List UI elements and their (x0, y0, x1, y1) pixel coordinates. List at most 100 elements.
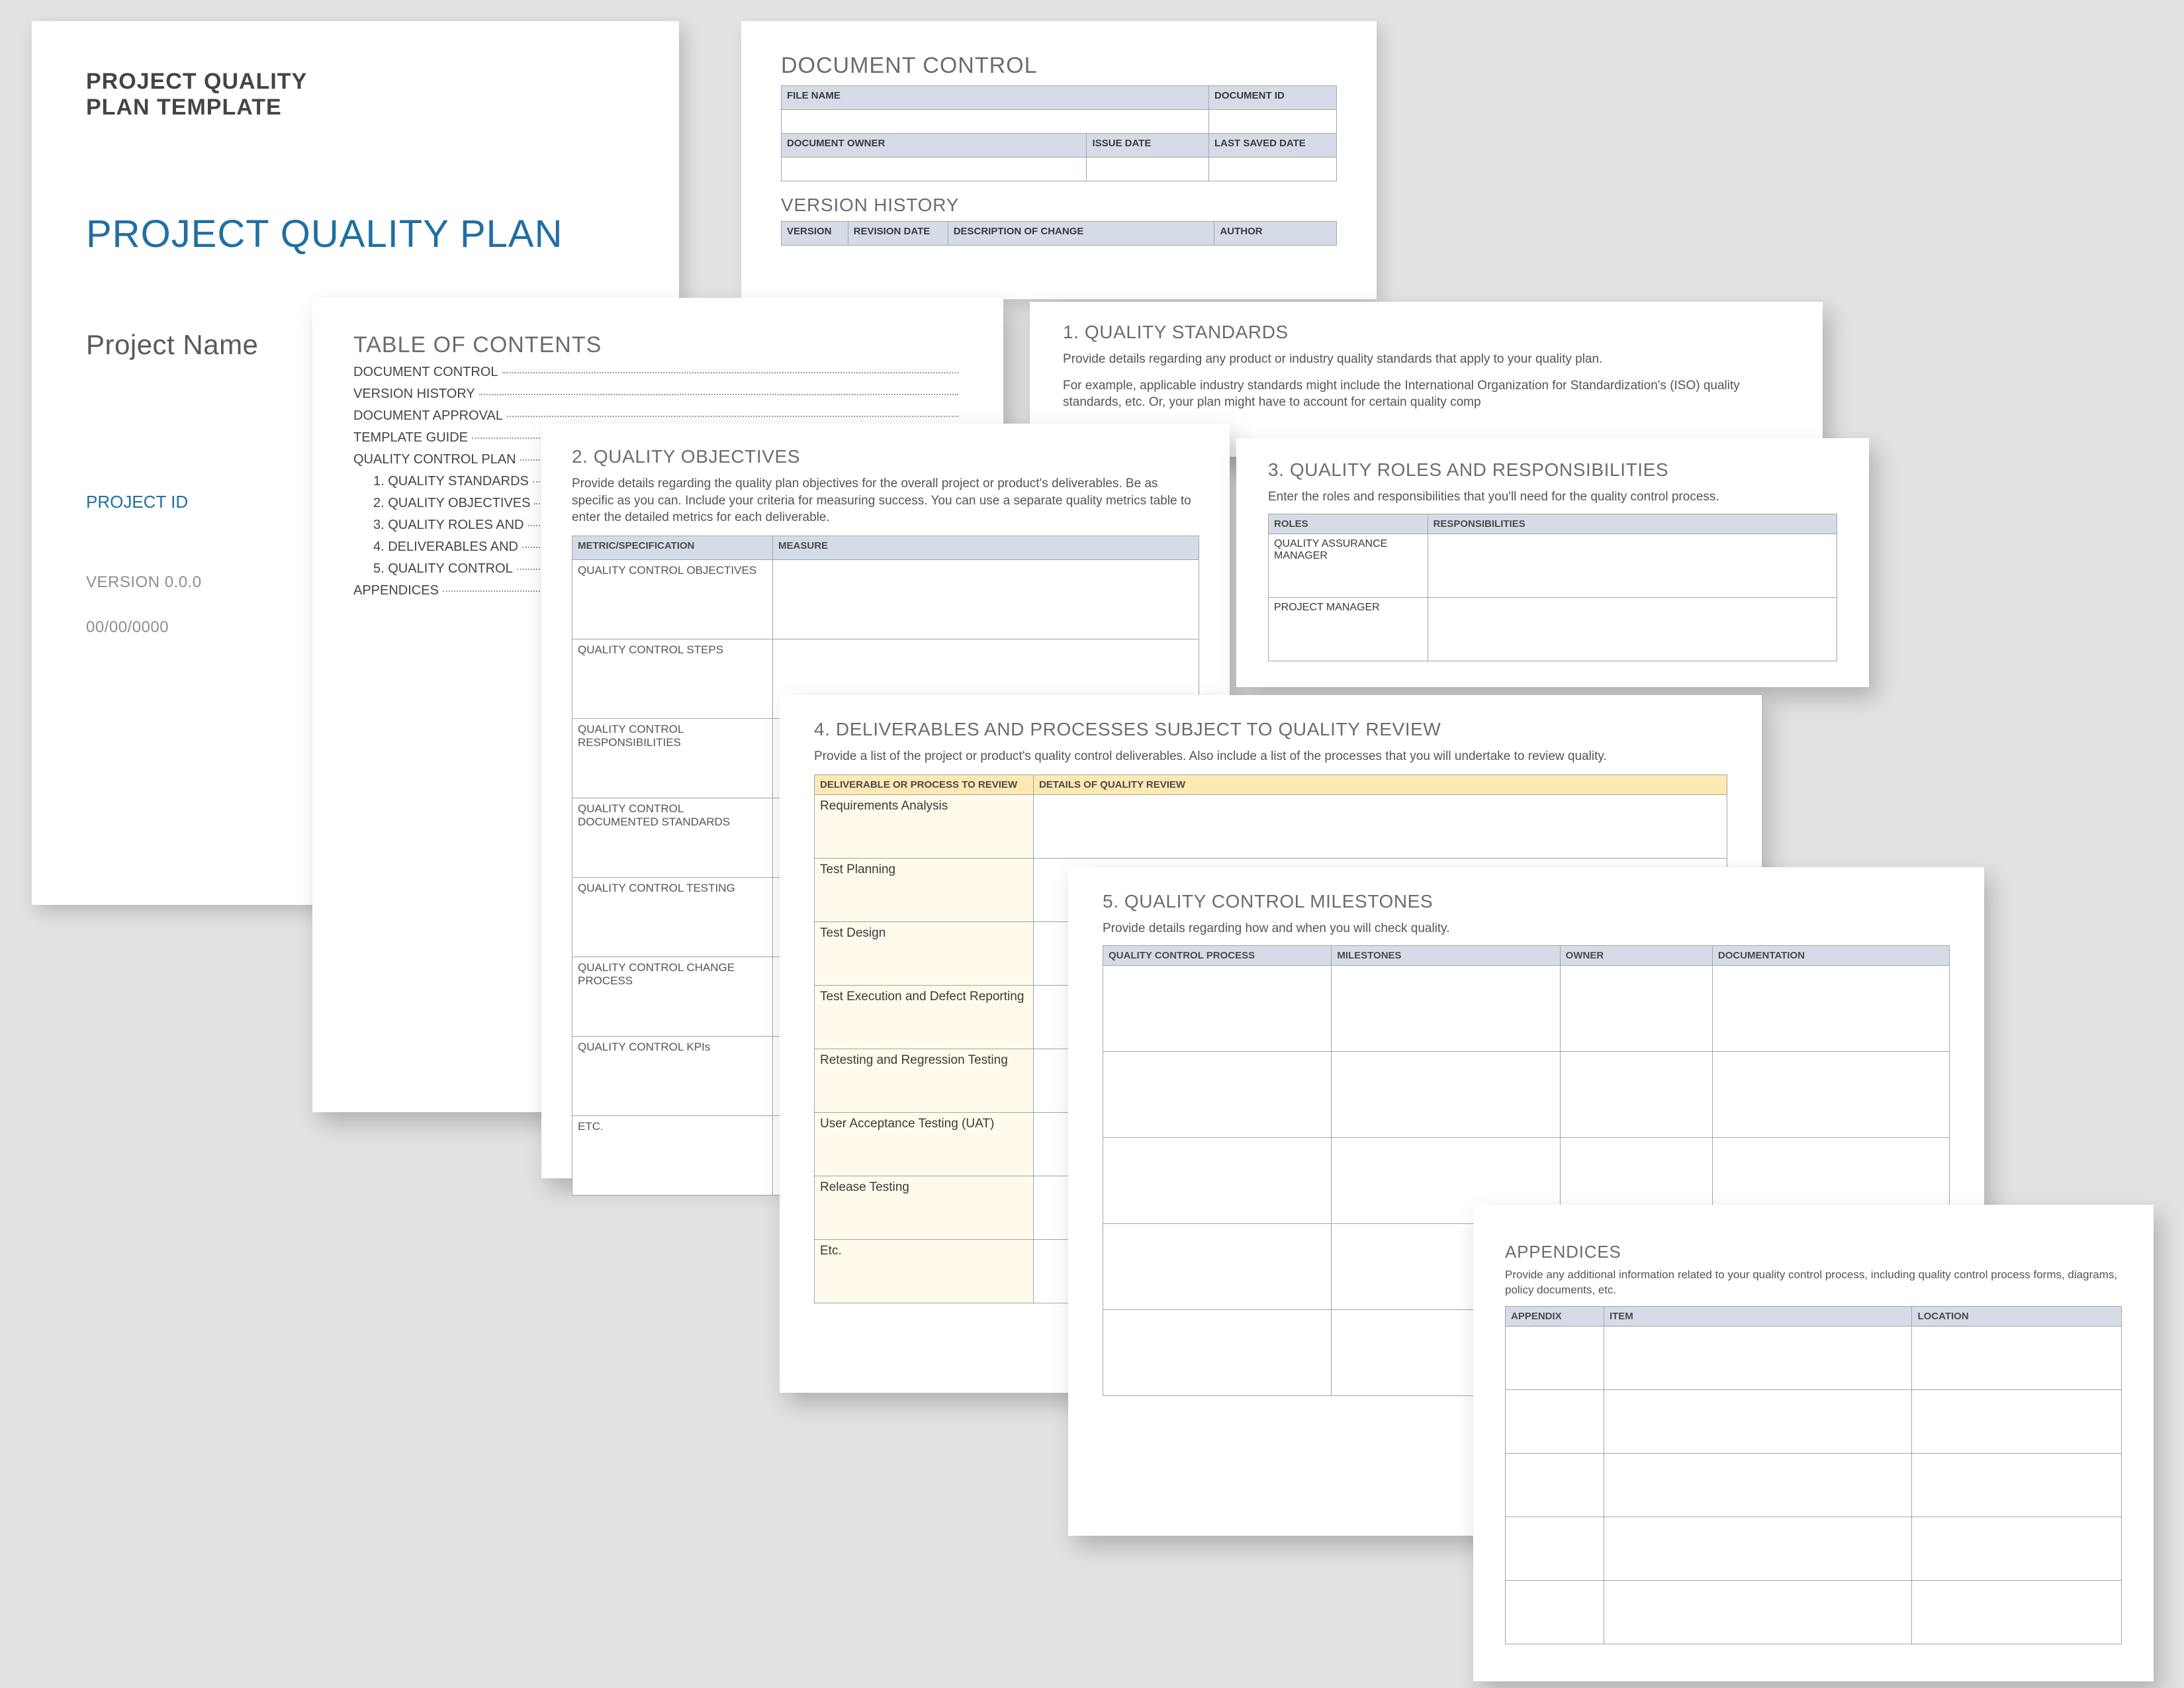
table-row (1506, 1517, 2122, 1580)
file-name-cell[interactable] (782, 110, 1209, 134)
deliverable-cell: Requirements Analysis (815, 794, 1034, 858)
metric-cell: QUALITY CONTROL OBJECTIVES (572, 559, 773, 639)
metric-cell: QUALITY CONTROL RESPONSIBILITIES (572, 718, 773, 798)
objectives-col1: METRIC/SPECIFICATION (572, 536, 773, 559)
roles-col2: RESPONSIBILITIES (1428, 514, 1837, 534)
toc-item-label: DOCUMENT APPROVAL (353, 408, 503, 424)
vh-desc-header: DESCRIPTION OF CHANGE (948, 222, 1214, 246)
table-row (1506, 1389, 2122, 1453)
appendices-intro: Provide any additional information relat… (1505, 1268, 2122, 1298)
vh-author-header: AUTHOR (1214, 222, 1337, 246)
milestones-col4: DOCUMENTATION (1712, 945, 1949, 965)
doc-id-header: DOCUMENT ID (1209, 86, 1337, 110)
roles-col1: ROLES (1269, 514, 1428, 534)
deliverables-col1: DELIVERABLE OR PROCESS TO REVIEW (815, 774, 1034, 794)
doc-control-table: FILE NAMEDOCUMENT ID DOCUMENT OWNERISSUE… (781, 85, 1337, 181)
item-cell[interactable] (1604, 1389, 1912, 1453)
metric-cell: QUALITY CONTROL KPIs (572, 1036, 773, 1115)
deliverable-cell: User Acceptance Testing (UAT) (815, 1112, 1034, 1176)
doc-control-page: DOCUMENT CONTROL FILE NAMEDOCUMENT ID DO… (741, 21, 1377, 299)
item-cell[interactable] (1604, 1580, 1912, 1644)
location-cell[interactable] (1912, 1517, 2122, 1580)
standards-body1: Provide details regarding any product or… (1063, 351, 1790, 368)
metric-cell: ETC. (572, 1115, 773, 1195)
details-cell[interactable] (1033, 794, 1727, 858)
doc-control-heading: DOCUMENT CONTROL (781, 53, 1337, 79)
doc-cell[interactable] (1712, 965, 1949, 1051)
deliverable-cell: Etc. (815, 1239, 1034, 1303)
milestone-cell[interactable] (1332, 965, 1560, 1051)
milestones-heading: 5. QUALITY CONTROL MILESTONES (1103, 891, 1950, 912)
metric-cell: QUALITY CONTROL TESTING (572, 877, 773, 957)
standards-body2: For example, applicable industry standar… (1063, 377, 1790, 411)
metric-cell: QUALITY CONTROL CHANGE PROCESS (572, 957, 773, 1036)
toc-item-label: QUALITY CONTROL PLAN (353, 452, 516, 467)
table-row (1506, 1326, 2122, 1389)
doc-owner-cell[interactable] (782, 158, 1087, 181)
doc-id-cell[interactable] (1209, 110, 1337, 134)
role-cell: QUALITY ASSURANCE MANAGER (1269, 534, 1428, 597)
appendix-cell[interactable] (1506, 1389, 1604, 1453)
milestones-col1: QUALITY CONTROL PROCESS (1103, 945, 1332, 965)
toc-item-label: 4. DELIVERABLES AND (373, 539, 518, 555)
metric-cell: QUALITY CONTROL STEPS (572, 639, 773, 718)
process-cell[interactable] (1103, 1223, 1332, 1309)
appendix-cell[interactable] (1506, 1326, 1604, 1389)
doc-cell[interactable] (1712, 1051, 1949, 1137)
roles-intro: Enter the roles and responsibilities tha… (1268, 489, 1837, 506)
standards-heading: 1. QUALITY STANDARDS (1063, 322, 1790, 343)
location-cell[interactable] (1912, 1453, 2122, 1517)
item-cell[interactable] (1604, 1326, 1912, 1389)
toc-item-label: DOCUMENT CONTROL (353, 365, 498, 380)
deliverable-cell: Test Planning (815, 858, 1034, 921)
appendices-col1: APPENDIX (1506, 1306, 1604, 1326)
resp-cell[interactable] (1428, 597, 1837, 661)
milestones-col3: OWNER (1560, 945, 1712, 965)
page-title: PROJECT QUALITY PLAN (86, 212, 625, 256)
owner-cell[interactable] (1560, 1051, 1712, 1137)
deliverables-intro: Provide a list of the project or product… (814, 748, 1727, 765)
process-cell[interactable] (1103, 1051, 1332, 1137)
milestone-cell[interactable] (1332, 1051, 1560, 1137)
table-row: Requirements Analysis (815, 794, 1727, 858)
location-cell[interactable] (1912, 1326, 2122, 1389)
item-cell[interactable] (1604, 1517, 1912, 1580)
issue-date-cell[interactable] (1087, 158, 1209, 181)
last-saved-cell[interactable] (1209, 158, 1337, 181)
appendices-heading: APPENDICES (1505, 1242, 2122, 1262)
toc-item-label: 1. QUALITY STANDARDS (373, 474, 529, 489)
objectives-col2: MEASURE (773, 536, 1199, 559)
toc-item-label: TEMPLATE GUIDE (353, 430, 468, 445)
last-saved-header: LAST SAVED DATE (1209, 134, 1337, 158)
measure-cell[interactable] (773, 559, 1199, 639)
table-row: QUALITY ASSURANCE MANAGER (1269, 534, 1837, 597)
table-row: PROJECT MANAGER (1269, 597, 1837, 661)
location-cell[interactable] (1912, 1580, 2122, 1644)
toc-item-label: 3. QUALITY ROLES AND (373, 518, 524, 533)
deliverable-cell: Test Design (815, 921, 1034, 985)
kicker-line-2: PLAN TEMPLATE (86, 95, 625, 120)
appendix-cell[interactable] (1506, 1453, 1604, 1517)
doc-owner-header: DOCUMENT OWNER (782, 134, 1087, 158)
table-row (1103, 1051, 1950, 1137)
appendix-cell[interactable] (1506, 1580, 1604, 1644)
toc-item[interactable]: DOCUMENT CONTROL (353, 365, 962, 380)
location-cell[interactable] (1912, 1389, 2122, 1453)
process-cell[interactable] (1103, 1309, 1332, 1395)
table-row (1103, 965, 1950, 1051)
item-cell[interactable] (1604, 1453, 1912, 1517)
toc-item[interactable]: DOCUMENT APPROVAL (353, 408, 962, 424)
roles-page: 3. QUALITY ROLES AND RESPONSIBILITIES En… (1236, 438, 1869, 687)
resp-cell[interactable] (1428, 534, 1837, 597)
toc-item-label: VERSION HISTORY (353, 387, 475, 402)
owner-cell[interactable] (1560, 965, 1712, 1051)
toc-item[interactable]: VERSION HISTORY (353, 387, 962, 402)
deliverables-col2: DETAILS OF QUALITY REVIEW (1033, 774, 1727, 794)
objectives-intro: Provide details regarding the quality pl… (572, 475, 1199, 526)
process-cell[interactable] (1103, 1137, 1332, 1223)
process-cell[interactable] (1103, 965, 1332, 1051)
vh-version-header: VERSION (782, 222, 848, 246)
toc-item-label: APPENDICES (353, 583, 439, 598)
version-history-table: VERSION REVISION DATE DESCRIPTION OF CHA… (781, 221, 1337, 246)
appendix-cell[interactable] (1506, 1517, 1604, 1580)
